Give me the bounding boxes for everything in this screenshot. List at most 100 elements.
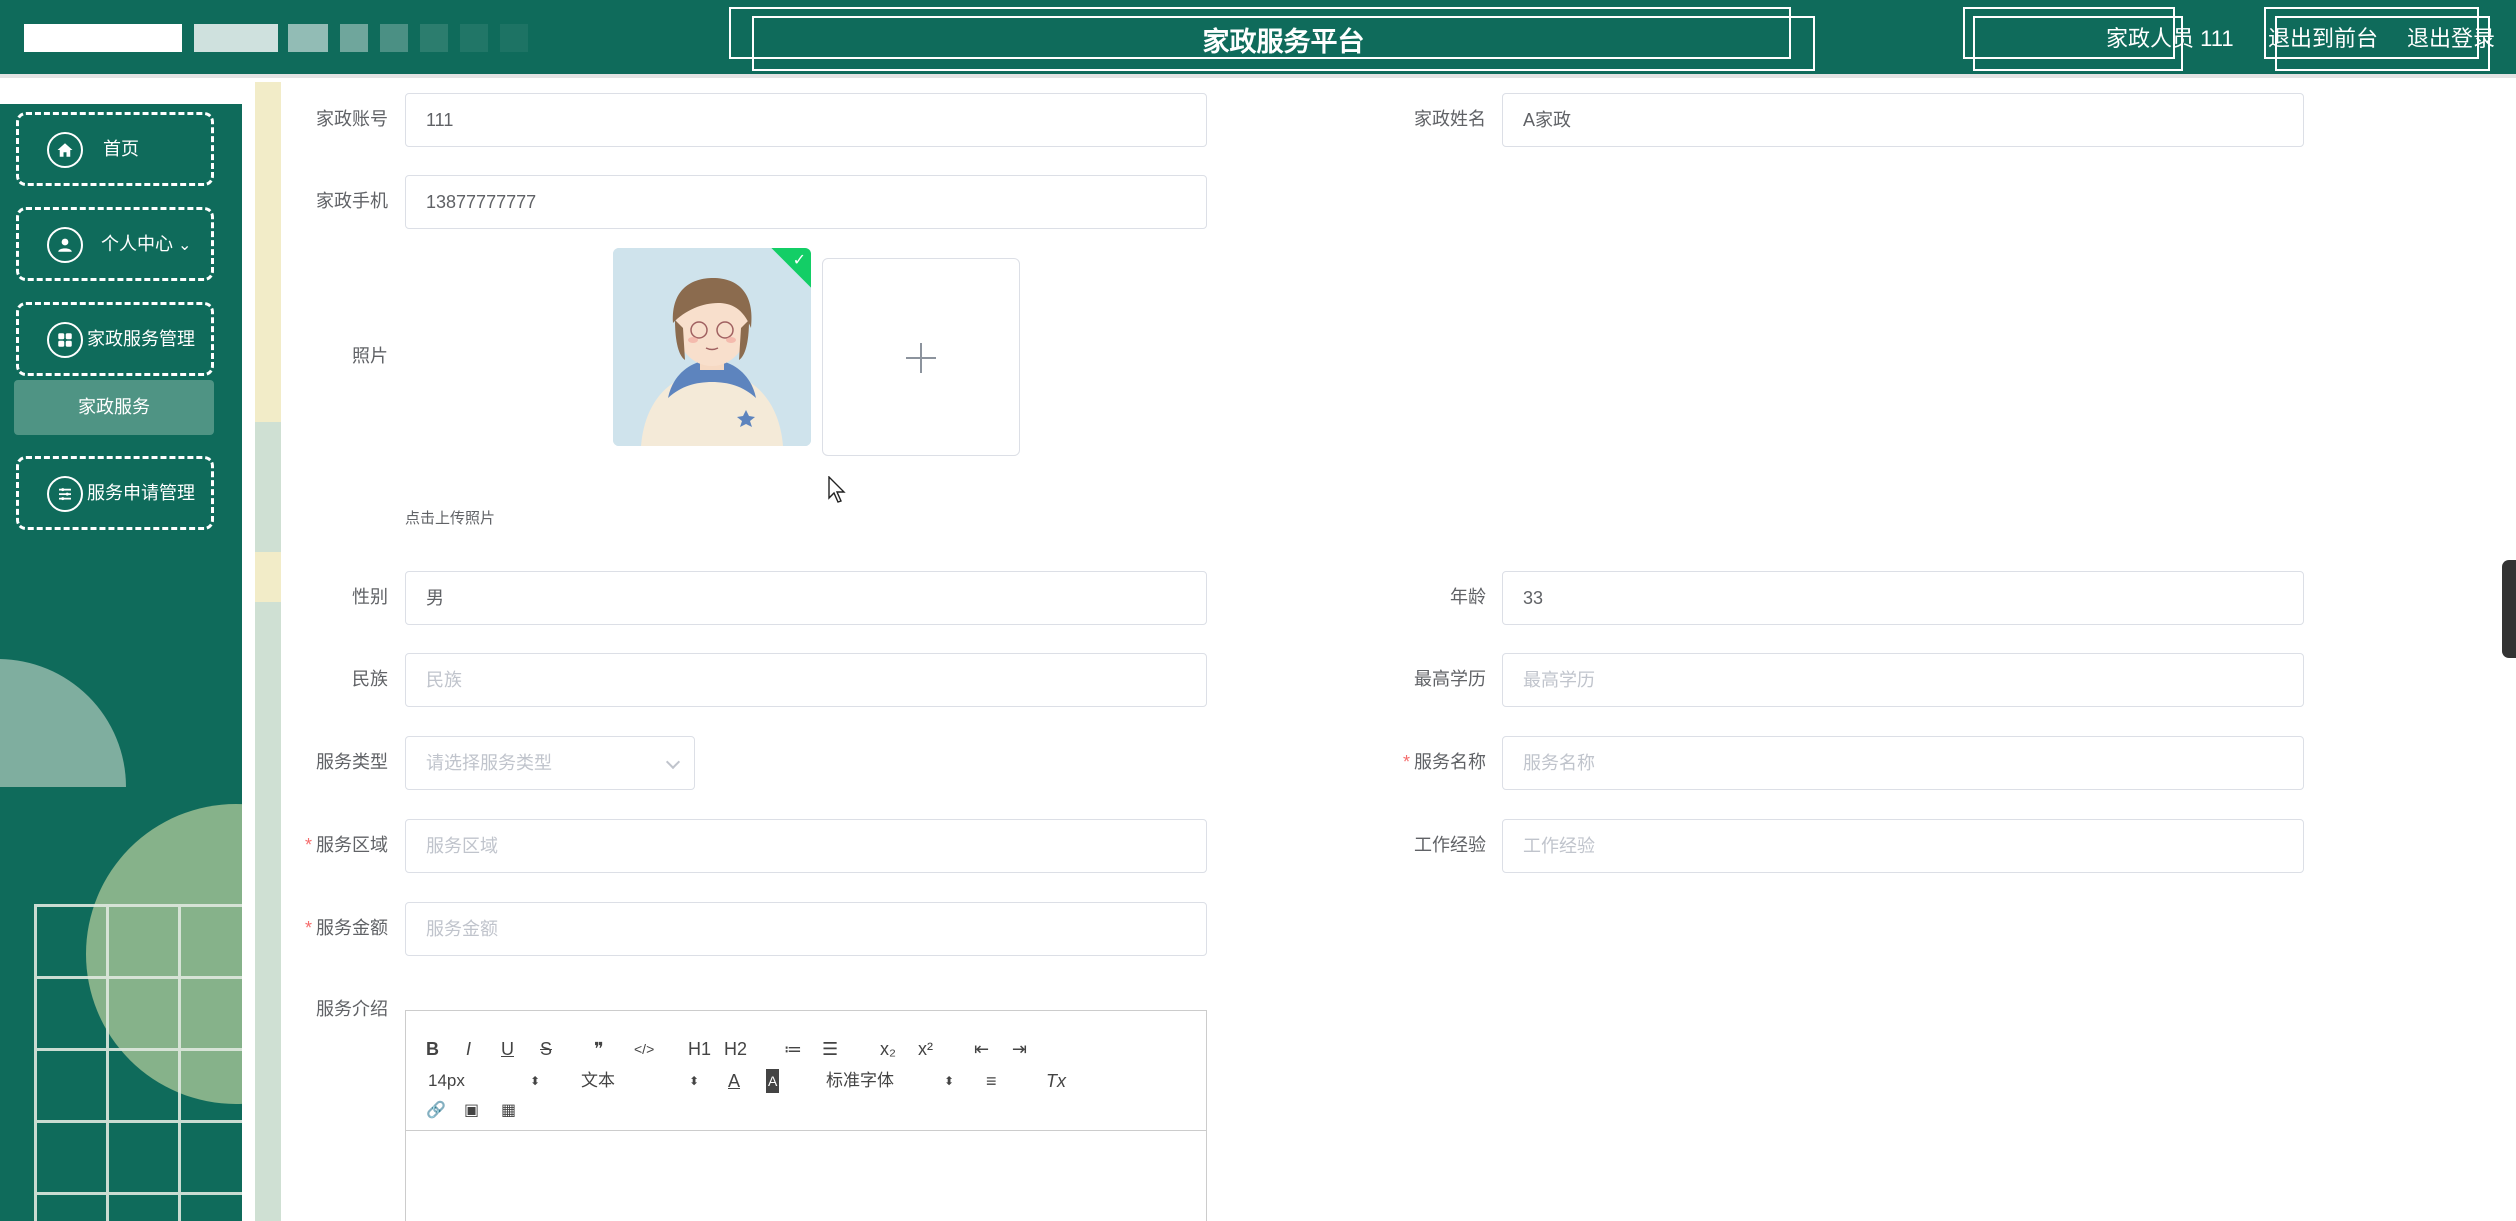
service-area-input[interactable]: 服务区域 (405, 819, 1207, 873)
subscript-button[interactable]: x₂ (880, 1037, 896, 1061)
home-icon (47, 132, 83, 168)
bold-button[interactable]: B (426, 1037, 439, 1061)
select-arrow-icon: ⬍ (944, 1074, 955, 1088)
superscript-button[interactable]: x² (918, 1037, 933, 1061)
back-to-front-link[interactable]: 退出到前台 (2268, 24, 2378, 54)
sidebar-item-home[interactable]: 首页 (16, 112, 214, 186)
amount-label-text: 服务金额 (316, 918, 388, 938)
image-icon[interactable]: ▣ (464, 1099, 479, 1123)
service-type-placeholder: 请选择服务类型 (426, 753, 552, 773)
font-size-value: 14px (428, 1071, 465, 1090)
service-name-input[interactable]: 服务名称 (1502, 736, 2304, 790)
logout-link[interactable]: 退出登录 (2407, 24, 2495, 54)
upload-tip: 点击上传照片 (405, 510, 496, 527)
align-button[interactable]: ≡ (986, 1069, 997, 1093)
text-style-value: 文本 (581, 1071, 615, 1090)
experience-input[interactable]: 工作经验 (1502, 819, 2304, 873)
plus-icon (920, 343, 922, 373)
sidebar: 首页 个人中心 ⌄ 家政服务管理 家政服务 服务申请管理 (0, 104, 242, 1221)
page-scrollbar-thumb[interactable] (2502, 560, 2516, 658)
amount-input[interactable]: 服务金额 (405, 902, 1207, 956)
sidebar-item-personal-center[interactable]: 个人中心 ⌄ (16, 207, 214, 281)
experience-label: 工作经验 (1414, 835, 1486, 855)
editor-content-area[interactable] (406, 1132, 1206, 1221)
grid-icon (47, 322, 83, 358)
chevron-down-icon: ⌄ (178, 237, 192, 254)
font-color-button[interactable]: A (728, 1069, 740, 1093)
gender-label: 性别 (352, 587, 388, 607)
decor-stripe (255, 602, 281, 1221)
phone-label: 家政手机 (316, 191, 388, 211)
sidebar-item-application-management[interactable]: 服务申请管理 (16, 456, 214, 530)
strike-button[interactable]: S (540, 1037, 552, 1061)
link-icon[interactable]: 🔗 (426, 1099, 446, 1123)
font-family-select[interactable]: 标准字体 ⬍ (826, 1069, 956, 1093)
ethnicity-input[interactable]: 民族 (405, 653, 1207, 707)
sidebar-item-label: 服务申请管理 (87, 483, 195, 503)
amount-label: * 服务金额 (290, 902, 388, 954)
gender-input[interactable]: 男 (405, 571, 1207, 625)
avatar-illustration (613, 248, 811, 446)
code-block-button[interactable]: </> (634, 1037, 654, 1061)
font-family-value: 标准字体 (826, 1071, 894, 1090)
service-area-label-text: 服务区域 (316, 835, 388, 855)
required-mark: * (304, 835, 312, 855)
current-user-label: 家政人员 111 (2106, 26, 2234, 51)
phone-input[interactable]: 13877777777 (405, 175, 1207, 229)
editor-toolbar: B I U S ❞ </> H1 H2 ≔ ☰ x₂ x² ⇤ ⇥ 14px ⬍… (406, 1011, 1206, 1131)
indent-button[interactable]: ⇥ (1012, 1037, 1027, 1061)
blockquote-button[interactable]: ❞ (594, 1037, 604, 1061)
service-area-label: * 服务区域 (290, 819, 388, 871)
decor-stripe (255, 82, 281, 422)
service-name-label: * 服务名称 (1380, 736, 1486, 788)
uploaded-photo[interactable]: ✓ (613, 248, 811, 446)
account-input[interactable]: 111 (405, 93, 1207, 147)
required-mark: * (304, 918, 312, 938)
list-icon (47, 476, 83, 512)
video-icon[interactable]: ▦ (501, 1099, 516, 1123)
required-mark: * (1402, 752, 1410, 772)
photo-upload-button[interactable] (822, 258, 1020, 456)
text-style-select[interactable]: 文本 ⬍ (581, 1069, 701, 1093)
service-type-select[interactable]: 请选择服务类型 (405, 736, 695, 790)
italic-button[interactable]: I (466, 1037, 471, 1061)
photo-label: 照片 (352, 346, 388, 366)
ethnicity-label: 民族 (352, 669, 388, 689)
rich-text-editor: B I U S ❞ </> H1 H2 ≔ ☰ x₂ x² ⇤ ⇥ 14px ⬍… (405, 1010, 1207, 1221)
sidebar-item-label: 家政服务管理 (87, 329, 195, 349)
underline-button[interactable]: U (501, 1037, 514, 1061)
outdent-button[interactable]: ⇤ (974, 1037, 989, 1061)
decor-grid (34, 904, 242, 1221)
intro-label: 服务介绍 (316, 999, 388, 1019)
name-label: 家政姓名 (1414, 109, 1486, 129)
sidebar-item-text: 个人中心 (101, 234, 173, 254)
sidebar-item-label: 首页 (103, 139, 139, 159)
font-size-select[interactable]: 14px ⬍ (428, 1069, 541, 1093)
header1-button[interactable]: H1 (688, 1037, 711, 1061)
age-label: 年龄 (1450, 587, 1486, 607)
service-name-label-text: 服务名称 (1414, 752, 1486, 772)
clear-format-button[interactable]: Tx (1046, 1069, 1066, 1093)
decor-stripe (255, 552, 281, 602)
header2-button[interactable]: H2 (724, 1037, 747, 1061)
bullet-list-button[interactable]: ☰ (822, 1037, 838, 1061)
sidebar-item-service-management[interactable]: 家政服务管理 (16, 302, 214, 376)
name-input[interactable]: A家政 (1502, 93, 2304, 147)
select-arrow-icon: ⬍ (530, 1074, 541, 1088)
decor-stripe (255, 422, 281, 552)
mouse-cursor-icon (828, 476, 846, 503)
education-input[interactable]: 最高学历 (1502, 653, 2304, 707)
age-input[interactable]: 33 (1502, 571, 2304, 625)
user-icon (47, 227, 83, 263)
top-header: 家政服务平台 家政人员 111 退出到前台 退出登录 (0, 0, 2516, 78)
chevron-down-icon (665, 754, 681, 770)
account-label: 家政账号 (316, 109, 388, 129)
check-icon: ✓ (792, 252, 806, 269)
sidebar-item-label: 个人中心 ⌄ (101, 210, 205, 280)
background-color-button[interactable]: A (766, 1069, 780, 1093)
ordered-list-button[interactable]: ≔ (784, 1037, 802, 1061)
page-title: 家政服务平台 (1202, 27, 1365, 57)
sidebar-subitem-service[interactable]: 家政服务 (14, 380, 214, 435)
education-label: 最高学历 (1414, 669, 1486, 689)
service-type-label: 服务类型 (316, 752, 388, 772)
